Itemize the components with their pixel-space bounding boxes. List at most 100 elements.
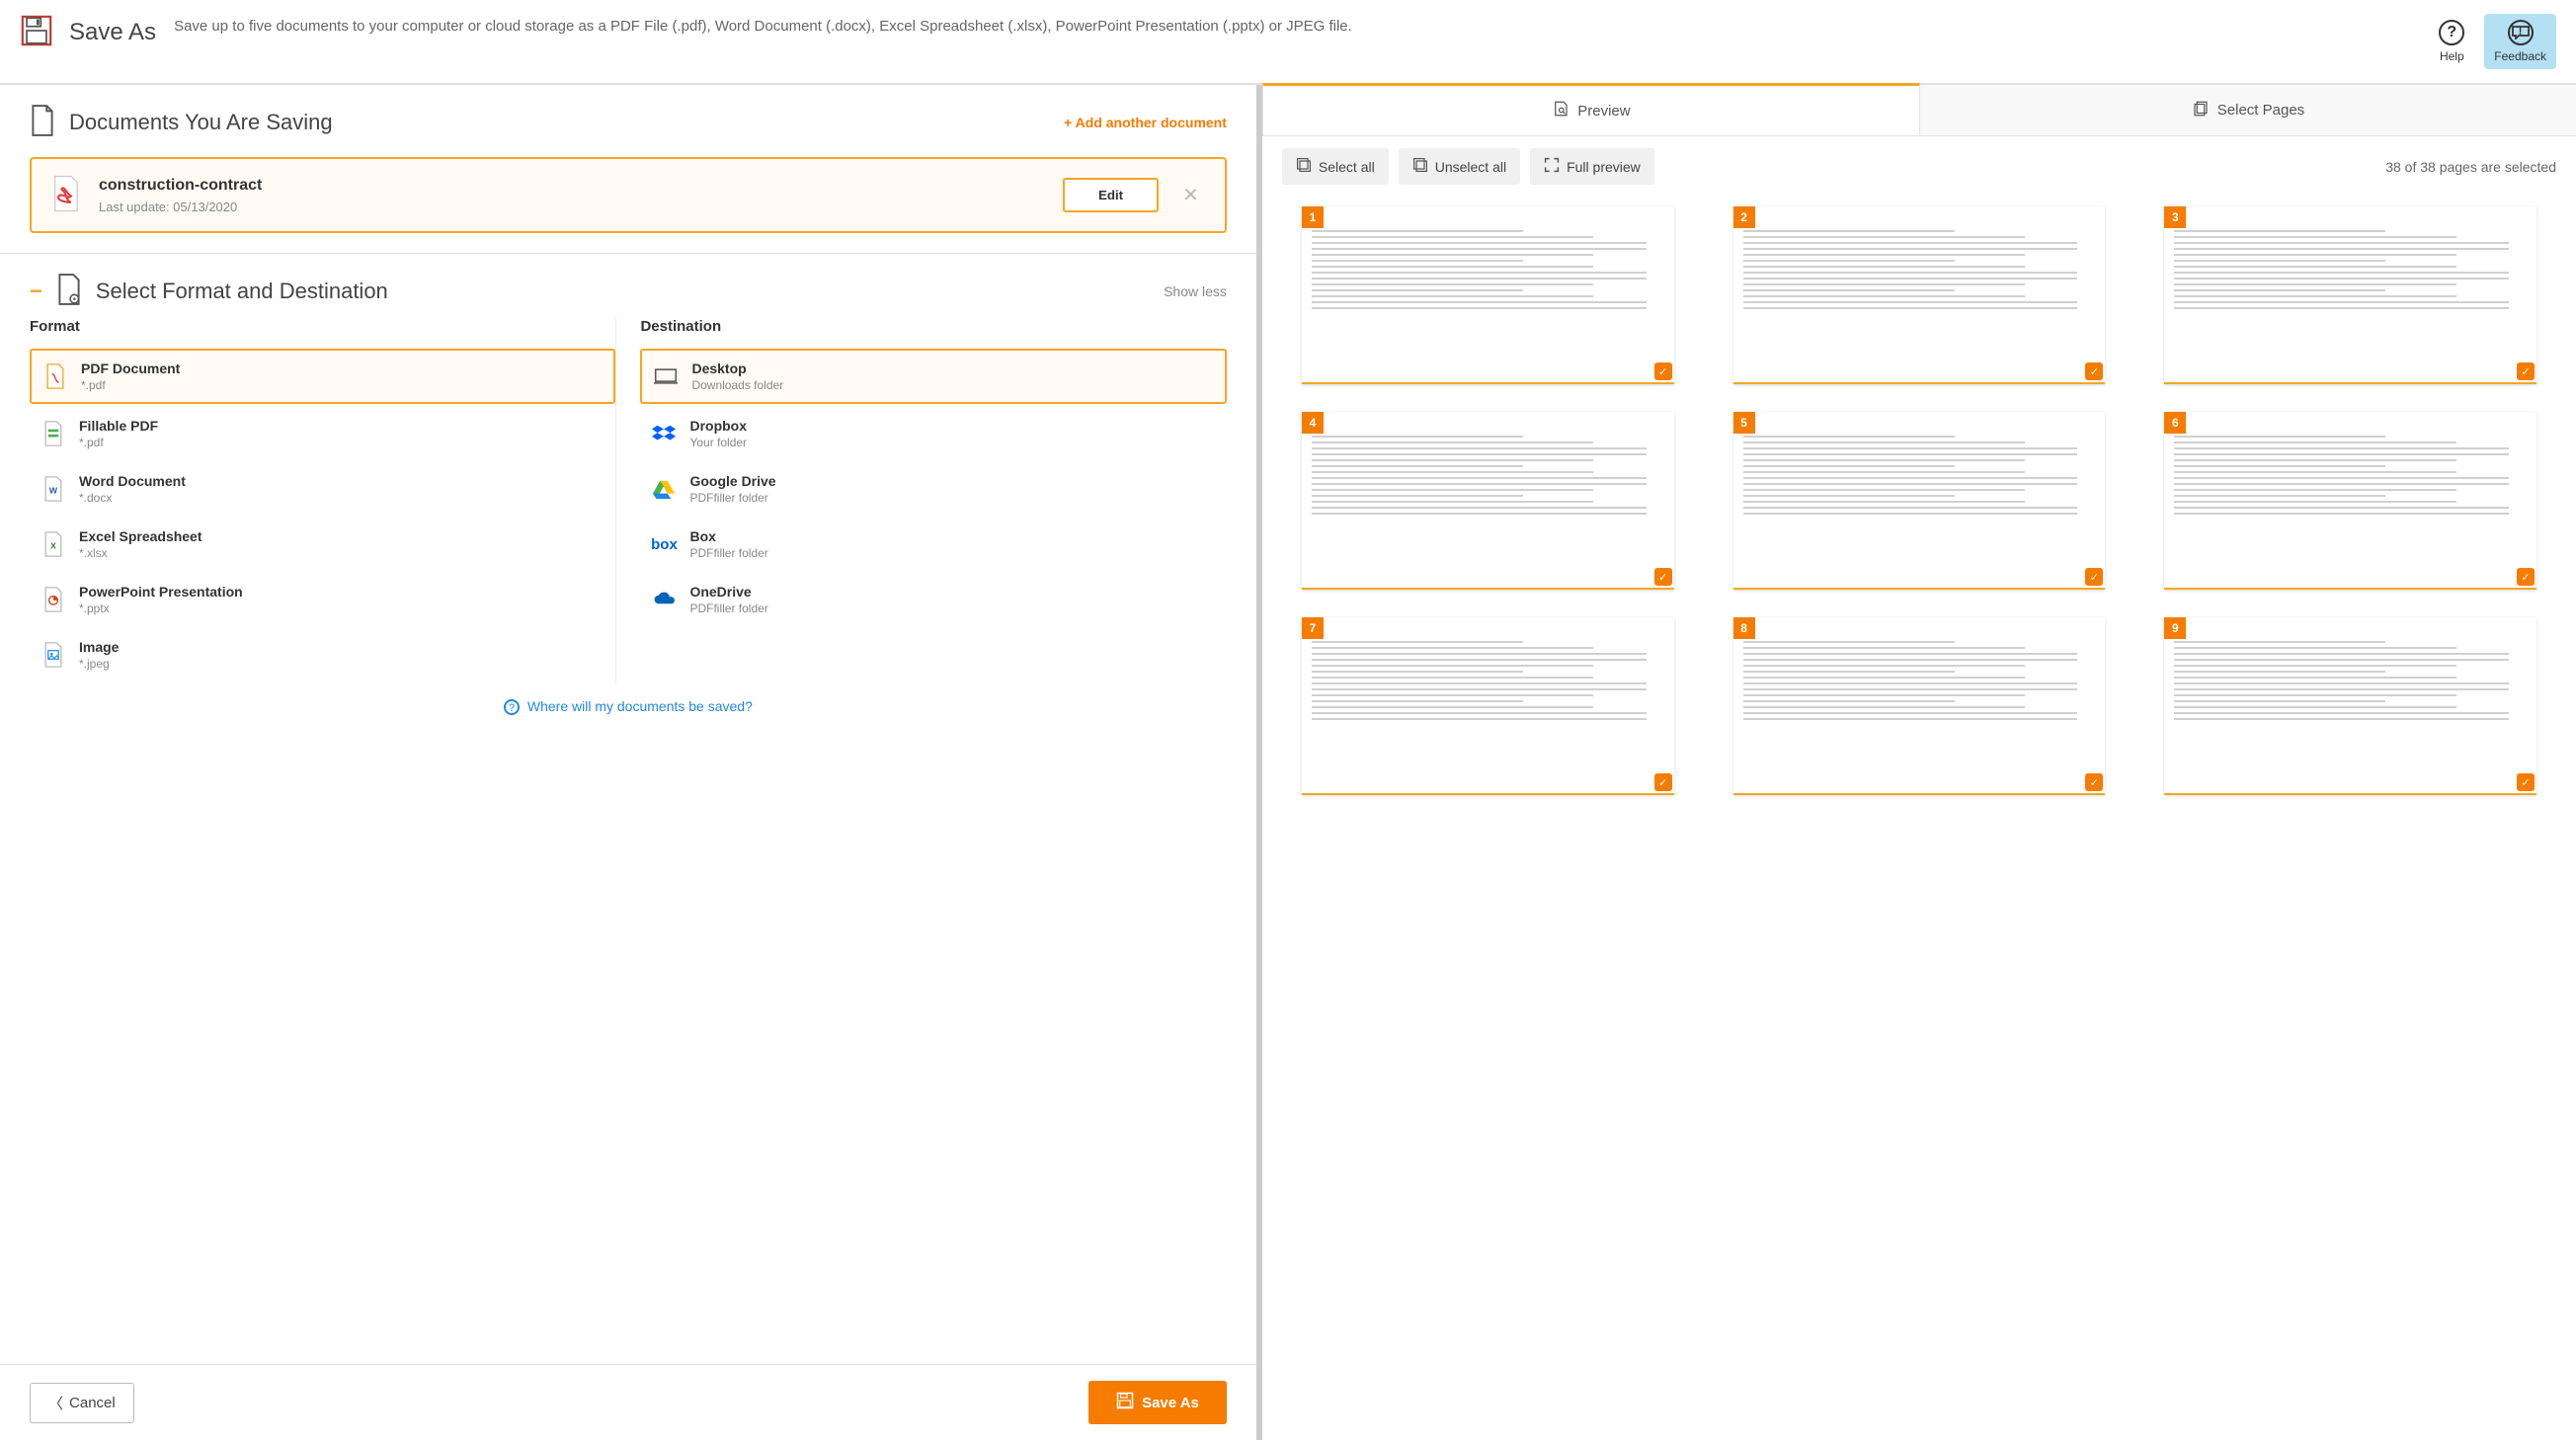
page-description: Save up to five documents to your comput… (174, 14, 2411, 39)
format-name: Fillable PDF (79, 418, 158, 434)
page-selected-check-icon: ✓ (1654, 568, 1672, 586)
page-selected-check-icon: ✓ (2517, 773, 2535, 791)
preview-icon (1552, 100, 1570, 121)
pdf-icon (43, 364, 67, 388)
pdf-file-icon (51, 175, 81, 215)
page-thumbnail[interactable]: 9✓ (2164, 617, 2536, 795)
cancel-button[interactable]: 〈 Cancel (30, 1383, 134, 1423)
page-number-badge: 8 (1733, 617, 1755, 639)
edit-document-button[interactable]: Edit (1063, 178, 1159, 212)
select-all-button[interactable]: Select all (1282, 148, 1389, 185)
destination-sub: Your folder (689, 436, 747, 449)
destination-column-title: Destination (640, 318, 1226, 335)
svg-text:W: W (49, 485, 58, 495)
page-thumbnail[interactable]: 2✓ (1733, 206, 2106, 384)
format-option-fillable[interactable]: Fillable PDF *.pdf (30, 408, 615, 459)
destination-option-desktop[interactable]: Desktop Downloads folder (640, 349, 1226, 404)
format-option-ppt[interactable]: PowerPoint Presentation *.pptx (30, 574, 615, 625)
feedback-icon: ! (2508, 20, 2534, 45)
destination-option-onedrive[interactable]: OneDrive PDFfiller folder (640, 574, 1226, 625)
destination-name: Google Drive (689, 473, 775, 489)
page-number-badge: 9 (2164, 617, 2186, 639)
save-icon (1116, 1392, 1134, 1413)
word-icon: W (41, 477, 65, 501)
format-option-pdf[interactable]: PDF Document*.pdf (30, 349, 615, 404)
page-selected-check-icon: ✓ (2085, 362, 2103, 380)
format-name: Excel Spreadsheet (79, 528, 202, 544)
onedrive-icon (652, 588, 676, 611)
excel-icon: X (41, 532, 65, 556)
page-thumbnail[interactable]: 5✓ (1733, 412, 2106, 590)
destination-option-dropbox[interactable]: Dropbox Your folder (640, 408, 1226, 459)
page-thumbnail[interactable]: 8✓ (1733, 617, 2106, 795)
page-thumbnail[interactable]: 3✓ (2164, 206, 2536, 384)
unselect-all-button[interactable]: Unselect all (1399, 148, 1520, 185)
page-number-badge: 7 (1302, 617, 1324, 639)
destination-name: OneDrive (689, 584, 767, 600)
destination-sub: PDFfiller folder (689, 491, 775, 505)
page-thumbnail[interactable]: 1✓ (1302, 206, 1674, 384)
format-ext: *.jpeg (79, 657, 119, 671)
add-document-link[interactable]: + Add another document (1064, 115, 1227, 130)
format-option-word[interactable]: W Word Document *.docx (30, 463, 615, 515)
select-all-icon (1296, 157, 1312, 176)
feedback-button[interactable]: ! Feedback (2484, 14, 2556, 69)
destination-sub: PDFfiller folder (689, 602, 767, 615)
page-selected-check-icon: ✓ (1654, 773, 1672, 791)
format-ext: *.docx (79, 491, 186, 505)
document-gear-icon (56, 274, 82, 308)
save-as-button[interactable]: Save As (1088, 1381, 1227, 1424)
format-ext: *.pptx (79, 602, 243, 615)
page-number-badge: 6 (2164, 412, 2186, 434)
destination-name: Dropbox (689, 418, 747, 434)
destination-option-gdrive[interactable]: Google Drive PDFfiller folder (640, 463, 1226, 515)
page-thumbnail[interactable]: 7✓ (1302, 617, 1674, 795)
page-selected-check-icon: ✓ (2517, 362, 2535, 380)
fillable-icon (41, 422, 65, 445)
format-column-title: Format (30, 318, 615, 335)
document-name: construction-contract (99, 177, 1045, 195)
box-icon: box (652, 532, 676, 556)
page-title: Save As (69, 19, 156, 46)
format-name: PowerPoint Presentation (79, 584, 243, 600)
format-ext: *.xlsx (79, 546, 202, 560)
select-pages-icon (2192, 100, 2210, 121)
show-less-link[interactable]: Show less (1164, 283, 1227, 299)
help-circle-icon: ? (504, 699, 520, 715)
format-option-image[interactable]: Image*.jpeg (30, 629, 615, 681)
page-number-badge: 2 (1733, 206, 1755, 228)
destination-sub: PDFfiller folder (689, 546, 767, 560)
page-selected-check-icon: ✓ (1654, 362, 1672, 380)
format-ext: *.pdf (79, 436, 158, 449)
format-destination-heading: Select Format and Destination (96, 279, 388, 304)
tab-select-pages[interactable]: Select Pages (1920, 85, 2576, 135)
documents-heading: Documents You Are Saving (69, 110, 333, 135)
page-number-badge: 4 (1302, 412, 1324, 434)
fullscreen-icon (1544, 157, 1560, 176)
tab-preview[interactable]: Preview (1262, 83, 1920, 135)
format-ext: *.pdf (81, 378, 180, 392)
page-selected-check-icon: ✓ (2085, 568, 2103, 586)
page-thumbnail[interactable]: 4✓ (1302, 412, 1674, 590)
destination-name: Box (689, 528, 767, 544)
page-thumbnail[interactable]: 6✓ (2164, 412, 2536, 590)
pages-selected-info: 38 of 38 pages are selected (2385, 159, 2556, 175)
destination-name: Desktop (691, 361, 783, 376)
collapse-toggle[interactable]: − (30, 279, 42, 304)
document-meta: Last update: 05/13/2020 (99, 200, 1045, 214)
help-button[interactable]: ? Help (2429, 14, 2474, 69)
full-preview-button[interactable]: Full preview (1530, 148, 1654, 185)
desktop-icon (654, 364, 678, 388)
svg-text:X: X (50, 540, 56, 550)
document-card: construction-contract Last update: 05/13… (30, 157, 1227, 233)
page-selected-check-icon: ✓ (2085, 773, 2103, 791)
where-saved-help-link[interactable]: ? Where will my documents be saved? (504, 698, 753, 714)
remove-document-button[interactable]: ✕ (1176, 183, 1205, 207)
save-as-icon (20, 14, 53, 50)
page-number-badge: 3 (2164, 206, 2186, 228)
format-option-excel[interactable]: X Excel Spreadsheet *.xlsx (30, 519, 615, 570)
help-icon: ? (2439, 20, 2464, 45)
destination-option-box[interactable]: box Box PDFfiller folder (640, 519, 1226, 570)
destination-sub: Downloads folder (691, 378, 783, 392)
format-name: Word Document (79, 473, 186, 489)
